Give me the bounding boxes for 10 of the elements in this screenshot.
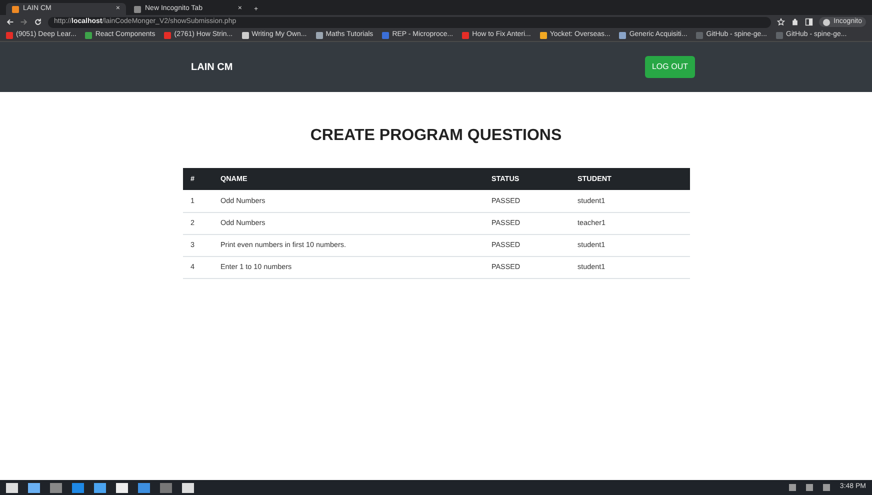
back-icon[interactable]: [6, 18, 14, 26]
reload-icon[interactable]: [34, 18, 42, 26]
sidebar-icon[interactable]: [804, 18, 813, 26]
page-heading: CREATE PROGRAM QUESTIONS: [309, 126, 563, 146]
forward-icon[interactable]: [20, 18, 28, 26]
star-icon[interactable]: [776, 18, 785, 26]
tab-favicon-icon: [134, 6, 141, 12]
tab-favicon-icon: [12, 6, 19, 12]
brand-title: LAIN CM: [191, 60, 233, 74]
avatar-icon: [822, 18, 830, 26]
